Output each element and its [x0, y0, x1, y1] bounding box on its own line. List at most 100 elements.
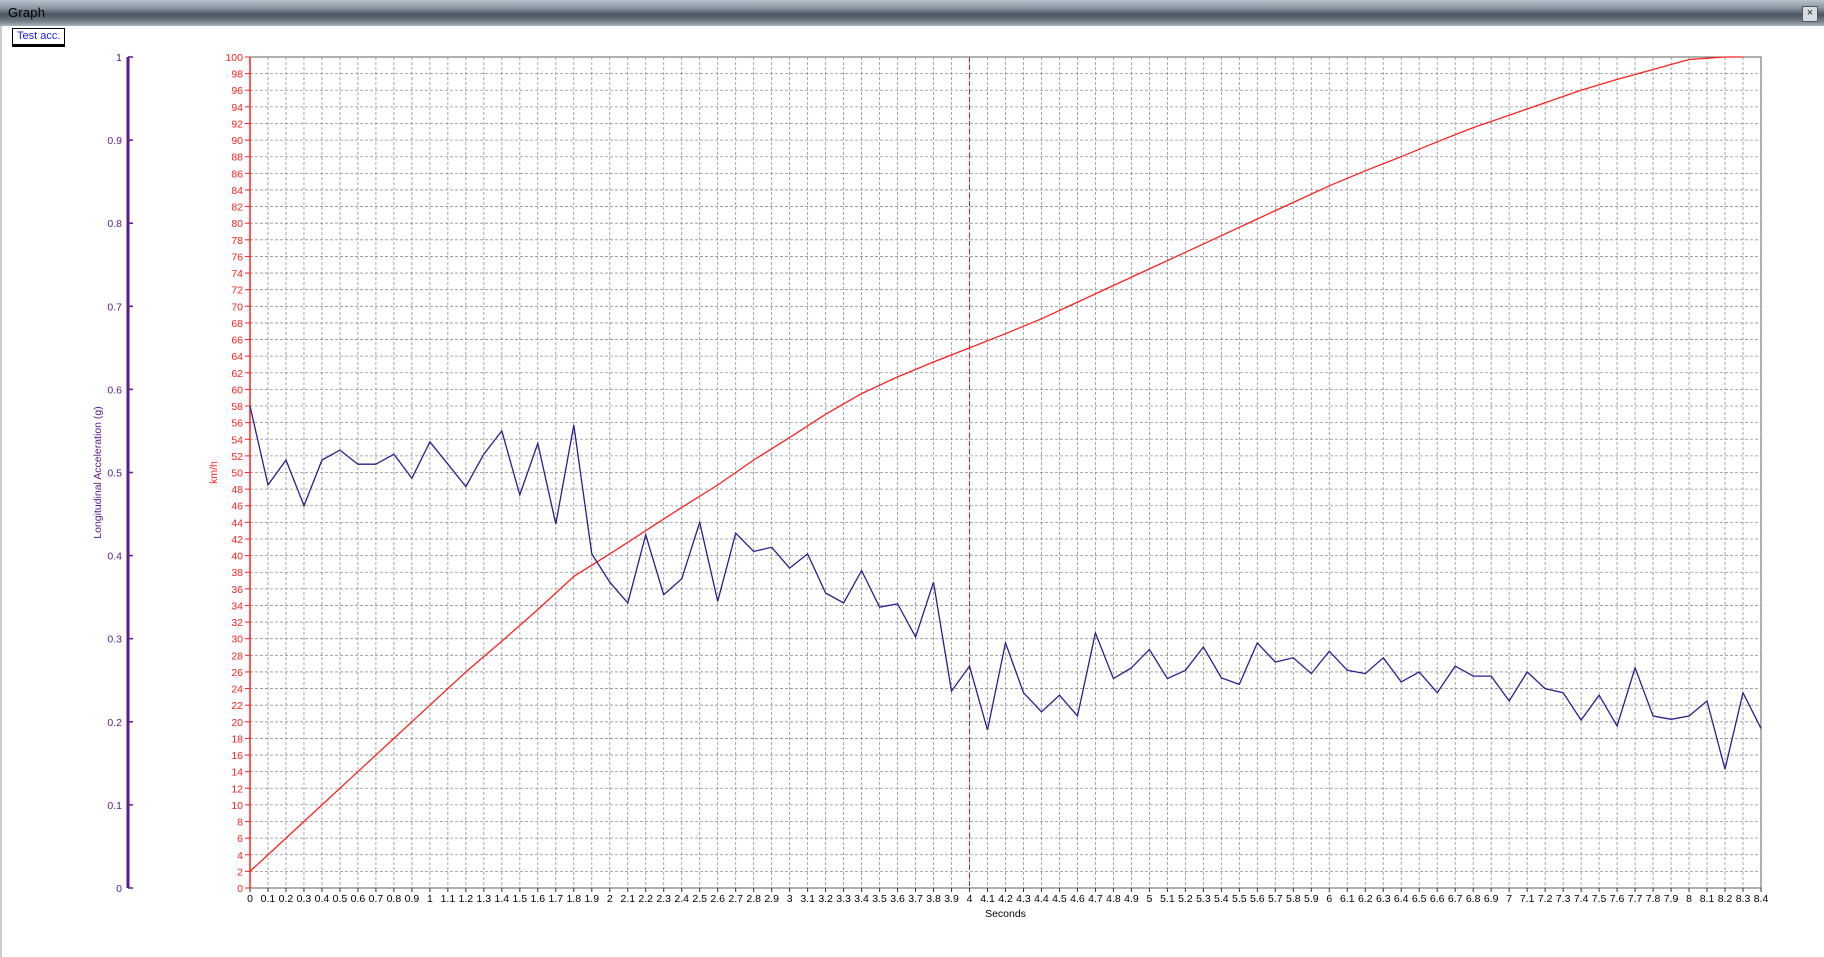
x-tick-label: 4.8 — [1106, 893, 1121, 905]
x-tick-label: 3.9 — [944, 893, 959, 905]
x-tick-label: 7.6 — [1610, 893, 1625, 905]
x-tick-label: 8.3 — [1736, 893, 1751, 905]
speed-tick-label: 34 — [231, 600, 243, 612]
speed-tick-label: 24 — [231, 684, 243, 696]
x-tick-label: 0.9 — [405, 893, 420, 905]
x-axis-label: Seconds — [985, 908, 1026, 920]
x-tick-label: 6.9 — [1484, 893, 1499, 905]
x-tick-label: 0.6 — [351, 893, 366, 905]
x-tick-label: 5.4 — [1214, 893, 1229, 905]
x-tick-label: 2 — [607, 893, 613, 905]
x-tick-label: 6.3 — [1376, 893, 1391, 905]
x-tick-label: 1.8 — [566, 893, 581, 905]
x-tick-label: 2.4 — [674, 893, 689, 905]
speed-tick-label: 76 — [231, 251, 243, 263]
x-tick-label: 5.9 — [1304, 893, 1319, 905]
speed-tick-label: 20 — [231, 717, 243, 729]
speed-tick-label: 92 — [231, 118, 243, 130]
x-tick-label: 2.9 — [764, 893, 779, 905]
x-tick-label: 8.2 — [1718, 893, 1733, 905]
x-tick-label: 0.8 — [387, 893, 402, 905]
x-tick-label: 1.5 — [513, 893, 528, 905]
x-tick-label: 3.5 — [872, 893, 887, 905]
speed-tick-label: 2 — [237, 866, 243, 878]
accel-tick-label: 0.9 — [107, 135, 122, 147]
speed-tick-label: 8 — [237, 817, 243, 829]
x-tick-label: 7.8 — [1646, 893, 1661, 905]
x-tick-label: 7.7 — [1628, 893, 1643, 905]
speed-tick-label: 42 — [231, 534, 243, 546]
graph-window: Graph × Test acc. 0 0.1 0.2 0.3 0.4 0.5 0.6 0.7… — [0, 0, 1824, 957]
x-tick-label: 0.4 — [315, 893, 330, 905]
accel-tick-label: 0.1 — [107, 800, 122, 812]
x-tick-label: 8.1 — [1700, 893, 1715, 905]
speed-tick-label: 38 — [231, 567, 243, 579]
x-tick-label: 5.5 — [1232, 893, 1247, 905]
speed-tick-label: 36 — [231, 584, 243, 596]
x-tick-label: 4.6 — [1070, 893, 1085, 905]
speed-tick-label: 96 — [231, 85, 243, 97]
speed-tick-label: 44 — [231, 517, 243, 529]
speed-tick-label: 50 — [231, 468, 243, 480]
x-tick-label: 4.9 — [1124, 893, 1139, 905]
x-tick-label: 3.4 — [854, 893, 869, 905]
speed-tick-label: 88 — [231, 152, 243, 164]
speed-tick-label: 46 — [231, 501, 243, 513]
x-tick-label: 1.7 — [548, 893, 563, 905]
x-tick-label: 4.2 — [998, 893, 1013, 905]
x-tick-label: 0.2 — [279, 893, 294, 905]
speed-tick-label: 70 — [231, 301, 243, 313]
x-tick-label: 3.3 — [836, 893, 851, 905]
speed-tick-label: 30 — [231, 634, 243, 646]
speed-tick-label: 12 — [231, 783, 243, 795]
accel-tick-label: 0.7 — [107, 301, 122, 313]
x-tick-label: 5.3 — [1196, 893, 1211, 905]
speed-tick-label: 74 — [231, 268, 243, 280]
speed-tick-label: 72 — [231, 285, 243, 297]
accel-tick-label: 0.3 — [107, 634, 122, 646]
x-tick-label: 0.7 — [369, 893, 384, 905]
speed-tick-label: 100 — [225, 52, 243, 64]
x-tick-label: 1.1 — [441, 893, 456, 905]
speed-tick-label: 4 — [237, 850, 243, 862]
x-tick-label: 4.1 — [980, 893, 995, 905]
x-tick-label: 6.4 — [1394, 893, 1409, 905]
accel-tick-label: 0 — [116, 883, 122, 895]
x-tick-label: 5.6 — [1250, 893, 1265, 905]
x-tick-label: 2.2 — [638, 893, 653, 905]
x-tick-label: 2.8 — [746, 893, 761, 905]
accel-tick-label: 0.4 — [107, 551, 122, 563]
x-tick-label: 2.1 — [620, 893, 635, 905]
x-tick-label: 5.8 — [1286, 893, 1301, 905]
speed-tick-label: 58 — [231, 401, 243, 413]
x-tick-label: 1.2 — [459, 893, 474, 905]
x-tick-label: 4.4 — [1034, 893, 1049, 905]
x-tick-label: 7.1 — [1520, 893, 1535, 905]
speed-tick-label: 32 — [231, 617, 243, 629]
x-tick-label: 6.2 — [1358, 893, 1373, 905]
x-tick-label: 4.3 — [1016, 893, 1031, 905]
x-tick-label: 4.7 — [1088, 893, 1103, 905]
speed-tick-label: 56 — [231, 418, 243, 430]
x-tick-label: 8.4 — [1754, 893, 1769, 905]
x-tick-label: 2.7 — [728, 893, 743, 905]
speed-tick-label: 6 — [237, 833, 243, 845]
speed-tick-label: 64 — [231, 351, 243, 363]
x-tick-label: 1.9 — [584, 893, 599, 905]
speed-tick-label: 14 — [231, 767, 243, 779]
x-tick-label: 7.5 — [1592, 893, 1607, 905]
x-tick-label: 1.6 — [531, 893, 546, 905]
accel-axis-label: Longitudinal Acceleration (g) — [92, 406, 104, 539]
x-tick-label: 6.8 — [1466, 893, 1481, 905]
x-tick-label: 1 — [427, 893, 433, 905]
accel-tick-label: 1 — [116, 52, 122, 64]
x-tick-label: 3.7 — [908, 893, 923, 905]
speed-tick-label: 68 — [231, 318, 243, 330]
x-tick-label: 2.6 — [710, 893, 725, 905]
speed-tick-label: 82 — [231, 202, 243, 214]
x-tick-label: 5.7 — [1268, 893, 1283, 905]
x-tick-label: 0.3 — [297, 893, 312, 905]
x-tick-label: 7.3 — [1556, 893, 1571, 905]
speed-tick-label: 80 — [231, 218, 243, 230]
x-tick-label: 4 — [967, 893, 973, 905]
